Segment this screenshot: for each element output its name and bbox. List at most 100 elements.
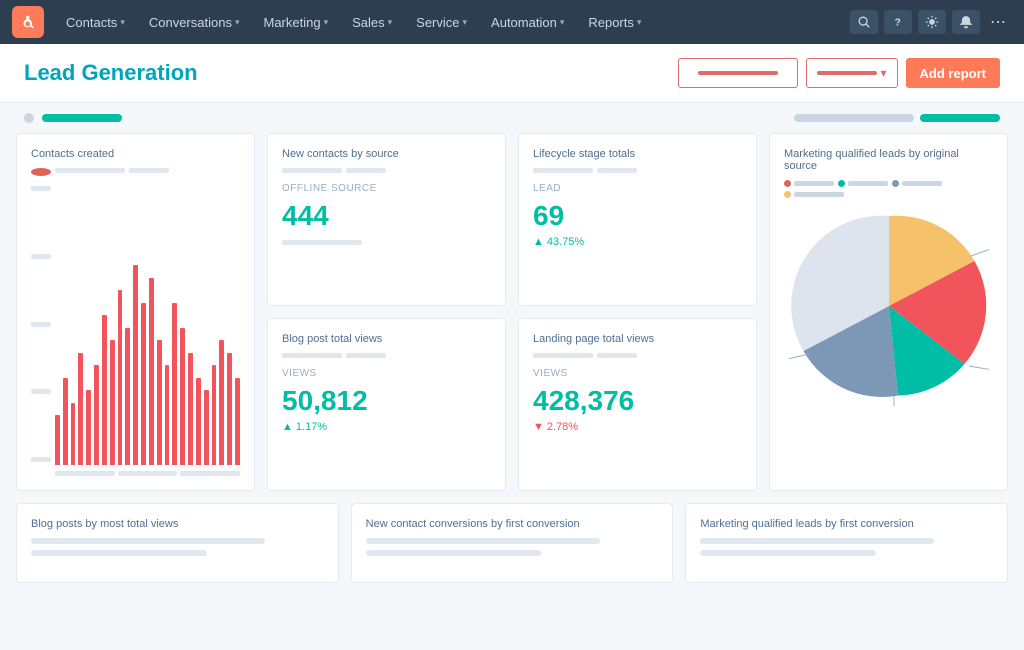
x-axis-labels xyxy=(55,471,240,476)
nav-conversations[interactable]: Conversations ▾ xyxy=(139,9,250,36)
nav-reports[interactable]: Reports ▾ xyxy=(578,9,651,36)
date-filter-button[interactable] xyxy=(678,58,798,88)
nav-contacts[interactable]: Contacts ▾ xyxy=(56,9,135,36)
svg-text:?: ? xyxy=(895,17,901,29)
nav-search-button[interactable] xyxy=(850,10,878,34)
bar xyxy=(235,378,240,466)
legend-label-4 xyxy=(794,192,844,197)
legend-dot-2 xyxy=(838,180,845,187)
legend-item-1 xyxy=(784,180,834,187)
bar-column xyxy=(157,340,162,465)
nav-marketing[interactable]: Marketing ▾ xyxy=(253,9,338,36)
bar-column xyxy=(118,290,123,465)
nav-automation[interactable]: Automation ▾ xyxy=(481,9,574,36)
chart-with-axis xyxy=(31,186,240,476)
lifecycle-subtitle: LEAD xyxy=(533,183,742,194)
bar-column xyxy=(204,390,209,465)
toolbar-active-tag[interactable] xyxy=(42,114,122,122)
legend-item-4 xyxy=(784,191,844,198)
bar-column xyxy=(133,265,138,465)
bar-column xyxy=(219,340,224,465)
bar-column xyxy=(71,403,76,466)
bottom-card-3: Marketing qualified leads by first conve… xyxy=(685,503,1008,583)
bar-chart-area xyxy=(31,186,240,476)
pie-chart-svg xyxy=(789,206,989,406)
bar xyxy=(157,340,162,465)
lifecycle-value: 69 xyxy=(533,200,742,232)
bar xyxy=(196,378,201,466)
bar-column xyxy=(172,303,177,466)
cards-grid: Contacts created xyxy=(16,133,1008,491)
bar xyxy=(165,365,170,465)
bar xyxy=(204,390,209,465)
down-arrow-icon: ▼ xyxy=(533,421,544,433)
legend-dot-1 xyxy=(784,180,791,187)
new-contacts-title: New contacts by source xyxy=(282,148,491,160)
compare-filter-button[interactable]: ▾ xyxy=(806,58,898,88)
top-navigation: Contacts ▾ Conversations ▾ Marketing ▾ S… xyxy=(0,0,1024,44)
bottom-card-2: New contact conversions by first convers… xyxy=(351,503,674,583)
up-arrow-icon: ▲ xyxy=(533,236,544,248)
landing-page-value: 428,376 xyxy=(533,385,742,417)
add-report-button[interactable]: Add report xyxy=(906,58,1000,88)
nav-help-button[interactable]: ? xyxy=(884,10,912,34)
lifecycle-stage-card: Lifecycle stage totals LEAD 69 ▲ 43.75% xyxy=(518,133,757,306)
bar-column xyxy=(110,340,115,465)
bar xyxy=(180,328,185,466)
landing-page-change: ▼ 2.78% xyxy=(533,421,742,433)
bar-column xyxy=(149,278,154,466)
legend-item-3 xyxy=(892,180,942,187)
bar-column xyxy=(212,365,217,465)
bottom-cards-row: Blog posts by most total views New conta… xyxy=(16,503,1008,583)
bar-column xyxy=(235,378,240,466)
mql-title: Marketing qualified leads by original so… xyxy=(784,148,993,172)
bar-column xyxy=(188,353,193,466)
nav-icon-group: ? xyxy=(850,10,980,34)
mql-by-source-card: Marketing qualified leads by original so… xyxy=(769,133,1008,491)
nav-notifications-button[interactable] xyxy=(952,10,980,34)
chart-inner xyxy=(55,186,240,476)
dashboard-toolbar xyxy=(0,103,1024,133)
toolbar-right-line1 xyxy=(794,114,914,122)
blog-post-change: ▲ 1.17% xyxy=(282,421,491,433)
legend-dot-3 xyxy=(892,180,899,187)
contacts-created-card: Contacts created xyxy=(16,133,255,491)
bar-column xyxy=(63,378,68,466)
bar xyxy=(63,378,68,466)
bar xyxy=(102,315,107,465)
pie-chart-container xyxy=(784,206,993,406)
nav-settings-button[interactable] xyxy=(918,10,946,34)
new-contacts-value: 444 xyxy=(282,200,491,232)
chevron-down-icon: ▾ xyxy=(388,17,393,28)
bar xyxy=(133,265,138,465)
bar xyxy=(125,328,130,466)
legend-label-3 xyxy=(902,181,942,186)
blog-post-title: Blog post total views xyxy=(282,333,491,345)
bar-column xyxy=(55,415,60,465)
bottom-card-3-title: Marketing qualified leads by first conve… xyxy=(700,518,993,530)
bar xyxy=(94,365,99,465)
chevron-down-icon: ▾ xyxy=(560,17,565,28)
card-filter-lines xyxy=(31,168,240,176)
card-filter-lines xyxy=(282,168,491,173)
bar xyxy=(149,278,154,466)
up-arrow-icon: ▲ xyxy=(282,421,293,433)
landing-page-subtitle: VIEWS xyxy=(533,368,742,379)
legend-dot-4 xyxy=(784,191,791,198)
nav-sales[interactable]: Sales ▾ xyxy=(342,9,402,36)
blog-post-value: 50,812 xyxy=(282,385,491,417)
bar-column xyxy=(165,365,170,465)
hubspot-logo[interactable] xyxy=(12,6,44,38)
bar-column xyxy=(102,315,107,465)
bar-column xyxy=(125,328,130,466)
nav-more-button[interactable]: ⋯ xyxy=(984,12,1012,32)
bottom-card-2-title: New contact conversions by first convers… xyxy=(366,518,659,530)
bar xyxy=(227,353,232,466)
bar xyxy=(71,403,76,466)
pie-legend xyxy=(784,180,993,198)
new-contacts-subtitle: OFFLINE SOURCE xyxy=(282,183,491,194)
landing-page-title: Landing page total views xyxy=(533,333,742,345)
lifecycle-change: ▲ 43.75% xyxy=(533,236,742,248)
toolbar-dot xyxy=(24,113,34,123)
nav-service[interactable]: Service ▾ xyxy=(406,9,477,36)
